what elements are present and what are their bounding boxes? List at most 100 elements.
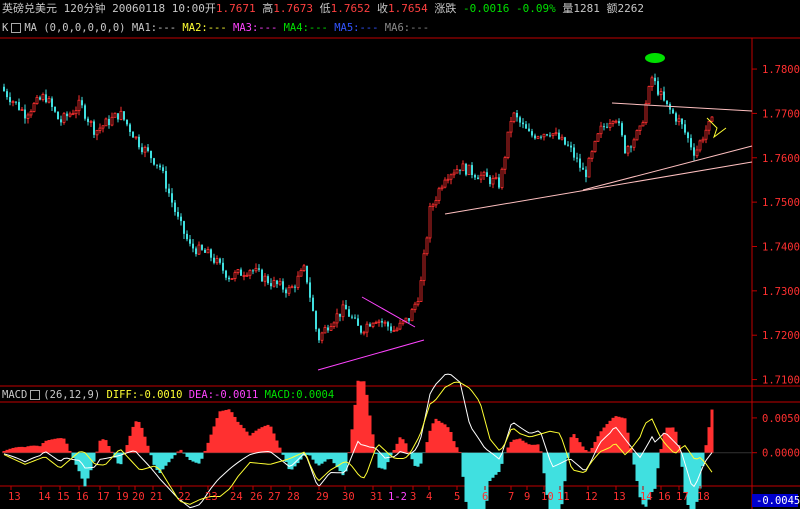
candle-body xyxy=(123,111,125,120)
candle-body xyxy=(416,301,420,305)
candle-body xyxy=(117,113,119,120)
x-tick-label: 11 xyxy=(557,491,570,503)
ma-name[interactable]: MA xyxy=(24,22,37,34)
x-tick-label: 6 xyxy=(482,491,488,503)
macd-value: 0.0004 xyxy=(296,389,335,401)
candle-body xyxy=(494,177,498,179)
macd-label: MACD: xyxy=(264,389,297,401)
candle-body xyxy=(299,270,303,277)
candle-body xyxy=(657,81,659,95)
candle-body xyxy=(564,137,566,145)
candle-body xyxy=(71,113,75,116)
candle-body xyxy=(471,165,473,175)
candle-body xyxy=(24,109,26,119)
candle-body xyxy=(245,274,249,277)
candle-body xyxy=(282,281,284,290)
candle-body xyxy=(608,122,612,128)
candle-body xyxy=(558,132,560,140)
candle-body xyxy=(104,118,108,127)
candle-body xyxy=(20,109,24,111)
close-value: 1.7654 xyxy=(387,2,428,15)
macd-collapse-toggle[interactable] xyxy=(30,390,41,400)
candle-body xyxy=(381,321,383,323)
ma-collapse-toggle[interactable] xyxy=(11,23,22,33)
candle-body xyxy=(525,124,527,129)
candle-body xyxy=(150,150,152,159)
candle-body xyxy=(428,206,432,239)
candle-body xyxy=(6,91,8,98)
x-tick-label: 20 xyxy=(132,491,145,503)
candle-body xyxy=(512,112,516,122)
macd-tick-label: 0.0050 xyxy=(762,413,800,425)
candle-body xyxy=(707,120,711,131)
candle-body xyxy=(390,326,392,331)
price-tick-label: 1.7200 xyxy=(762,330,800,342)
quote-header: 英磅兑美元 120分钟 20060118 10:00开1.7671 高1.767… xyxy=(2,1,644,17)
candle-body xyxy=(503,157,507,170)
x-tick-label: 4 xyxy=(426,491,432,503)
price-tick-label: 1.7300 xyxy=(762,286,800,298)
macd-current-label: -0.0045 xyxy=(756,495,800,507)
candle-body xyxy=(395,328,399,331)
macd-params: (26,12,9) xyxy=(43,389,101,401)
candle-body xyxy=(242,275,246,277)
candle-body xyxy=(81,100,83,106)
candle-body xyxy=(611,120,615,124)
candle-body xyxy=(549,135,551,137)
ma4-label: MA4:--- xyxy=(283,22,328,34)
candle-body xyxy=(296,275,300,288)
candle-body xyxy=(560,136,564,140)
candle-body xyxy=(626,146,630,154)
candle-body xyxy=(248,269,252,276)
x-tick-label: 9 xyxy=(524,491,530,503)
candle-body xyxy=(219,258,221,263)
candle-body xyxy=(261,269,263,282)
candle-body xyxy=(174,202,176,212)
candle-body xyxy=(579,158,581,168)
candle-body xyxy=(230,278,234,280)
candle-body xyxy=(335,313,339,324)
candle-body xyxy=(57,111,59,120)
candle-body xyxy=(138,136,140,148)
change-label: 涨跌 xyxy=(434,2,457,15)
ma3-label: MA3:--- xyxy=(233,22,278,34)
x-tick-label: 29 xyxy=(316,491,329,503)
candle-body xyxy=(278,280,282,285)
candle-body xyxy=(39,97,41,100)
macd-name[interactable]: MACD xyxy=(2,389,27,401)
x-tick-label: 5 xyxy=(454,491,460,503)
resistance-trendline xyxy=(611,102,753,112)
x-tick-label: 27 xyxy=(268,491,281,503)
x-tick-label: 19 xyxy=(116,491,129,503)
candle-body xyxy=(168,188,170,194)
candle-body xyxy=(452,172,456,176)
ma6-label: MA6:--- xyxy=(384,22,430,34)
candle-body xyxy=(290,286,294,289)
low-value: 1.7652 xyxy=(330,2,371,15)
candle-body xyxy=(413,303,417,311)
candle-body xyxy=(270,283,272,287)
bar-datetime: 20060118 10:00 xyxy=(112,2,205,15)
candle-body xyxy=(371,322,375,327)
candle-body xyxy=(87,118,89,122)
candle-body xyxy=(567,144,569,146)
candle-body xyxy=(15,101,17,103)
symbol-name: 英磅兑美元 xyxy=(2,2,57,15)
candle-body xyxy=(51,98,53,107)
high-value: 1.7673 xyxy=(273,2,313,15)
x-tick-label: 14 xyxy=(38,491,51,503)
candle-body xyxy=(206,248,210,254)
candle-body xyxy=(369,324,371,327)
candle-body xyxy=(66,113,68,117)
x-tick-label: 21 xyxy=(150,491,163,503)
candle-body xyxy=(582,167,584,170)
low-label: 低 xyxy=(319,2,331,15)
candle-body xyxy=(32,103,36,112)
candle-body xyxy=(659,91,663,96)
x-tick-label: 15 xyxy=(57,491,70,503)
candle-body xyxy=(147,147,149,151)
candle-body xyxy=(41,94,45,100)
candle-body xyxy=(126,119,128,125)
candle-body xyxy=(516,112,518,118)
candle-body xyxy=(398,322,402,330)
